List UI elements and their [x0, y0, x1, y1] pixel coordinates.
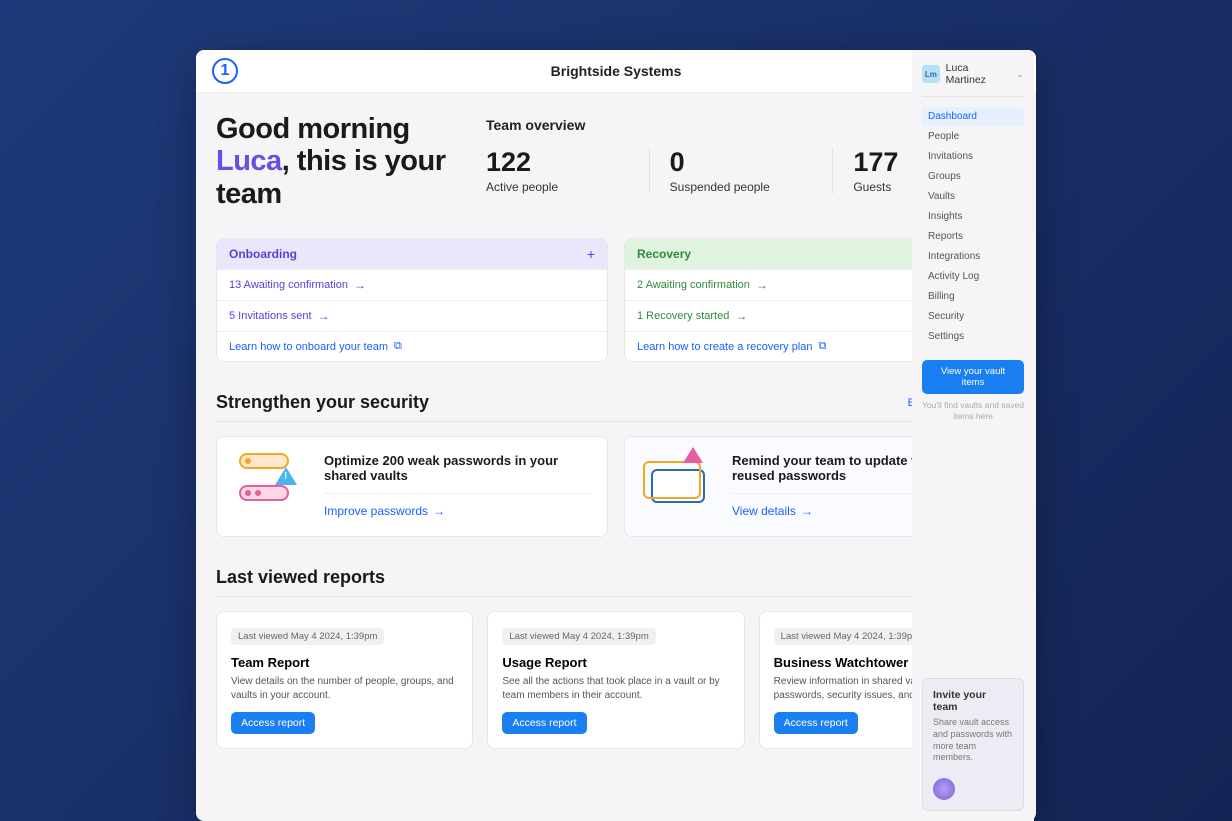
sidebar: Lm Luca Martinez ⌄ Dashboard People Invi…: [912, 50, 1034, 821]
user-name: Luca Martinez: [946, 62, 1011, 86]
main-content: Good morning Luca, this is your team Tea…: [196, 93, 1036, 749]
sidebar-item-vaults[interactable]: Vaults: [922, 187, 1024, 206]
onboarding-invites[interactable]: 5 Invitations sent →: [217, 300, 607, 331]
arrow-right-icon: →: [801, 504, 813, 518]
weak-password-illustration: [233, 453, 308, 513]
reports-row: Last viewed May 4 2024, 1:39pm Team Repo…: [216, 611, 1016, 749]
last-viewed-badge: Last viewed May 4 2024, 1:39pm: [774, 628, 927, 645]
improve-passwords-link[interactable]: Improve passwords →: [324, 504, 445, 518]
avatar: Lm: [922, 65, 940, 83]
arrow-right-icon: →: [354, 278, 366, 292]
stat-active: 122 Active people: [486, 147, 650, 194]
last-viewed-badge: Last viewed May 4 2024, 1:39pm: [231, 628, 384, 645]
sidebar-item-activity-log[interactable]: Activity Log: [922, 267, 1024, 286]
hero-section: Good morning Luca, this is your team Tea…: [216, 113, 1016, 210]
chevron-down-icon: ⌄: [1016, 69, 1024, 80]
stat-suspended: 0 Suspended people: [670, 147, 834, 194]
insight-cards: Optimize 200 weak passwords in your shar…: [216, 436, 1016, 537]
external-link-icon: ⧉: [394, 340, 402, 353]
reused-password-illustration: [641, 453, 716, 513]
onboarding-awaiting[interactable]: 13 Awaiting confirmation →: [217, 269, 607, 300]
status-cards: Onboarding + 13 Awaiting confirmation → …: [216, 238, 1016, 362]
report-team: Last viewed May 4 2024, 1:39pm Team Repo…: [216, 611, 473, 749]
arrow-right-icon: →: [318, 309, 330, 323]
external-link-icon: ⧉: [819, 340, 827, 353]
invite-panel[interactable]: Invite your team Share vault access and …: [922, 678, 1024, 811]
overview-title: Team overview: [486, 117, 585, 133]
sidebar-item-dashboard[interactable]: Dashboard: [922, 107, 1024, 126]
access-report-button[interactable]: Access report: [231, 712, 315, 734]
last-viewed-badge: Last viewed May 4 2024, 1:39pm: [502, 628, 655, 645]
security-section-head: Strengthen your security Explore all Ins…: [216, 392, 1016, 422]
greeting-name: Luca: [216, 145, 282, 177]
view-details-link[interactable]: View details →: [732, 504, 813, 518]
view-vault-button[interactable]: View your vault items: [922, 360, 1024, 394]
reports-section-head: Last viewed reports Go to Reports →: [216, 567, 1016, 597]
logo-icon[interactable]: 1: [212, 58, 238, 84]
company-name: Brightside Systems: [196, 63, 1036, 79]
onboarding-card: Onboarding + 13 Awaiting confirmation → …: [216, 238, 608, 362]
user-menu[interactable]: Lm Luca Martinez ⌄: [922, 62, 1024, 97]
sidebar-item-groups[interactable]: Groups: [922, 167, 1024, 186]
app-window: 1 Brightside Systems 0 Good morning Luca…: [196, 50, 1036, 821]
onboarding-learn-link[interactable]: Learn how to onboard your team ⧉: [217, 331, 607, 361]
insight-weak-passwords: Optimize 200 weak passwords in your shar…: [216, 436, 608, 537]
invite-desc: Share vault access and passwords with mo…: [933, 717, 1013, 764]
arrow-right-icon: →: [756, 278, 768, 292]
reports-title: Last viewed reports: [216, 567, 385, 588]
onboarding-header: Onboarding +: [217, 239, 607, 269]
report-usage: Last viewed May 4 2024, 1:39pm Usage Rep…: [487, 611, 744, 749]
access-report-button[interactable]: Access report: [774, 712, 858, 734]
sidebar-item-invitations[interactable]: Invitations: [922, 147, 1024, 166]
sidebar-item-security[interactable]: Security: [922, 307, 1024, 326]
topbar: 1 Brightside Systems 0: [196, 50, 1036, 93]
sidebar-item-people[interactable]: People: [922, 127, 1024, 146]
access-report-button[interactable]: Access report: [502, 712, 586, 734]
invite-illustration: [933, 772, 1013, 800]
sidebar-item-billing[interactable]: Billing: [922, 287, 1024, 306]
plus-icon[interactable]: +: [587, 246, 595, 262]
greeting-line1: Good morning: [216, 113, 410, 145]
arrow-right-icon: →: [433, 504, 445, 518]
arrow-right-icon: →: [735, 309, 747, 323]
sidebar-item-settings[interactable]: Settings: [922, 327, 1024, 346]
security-title: Strengthen your security: [216, 392, 429, 413]
sidebar-item-reports[interactable]: Reports: [922, 227, 1024, 246]
vault-hint: You'll find vaults and saved items here: [922, 400, 1024, 421]
invite-title: Invite your team: [933, 689, 1013, 713]
sidebar-item-insights[interactable]: Insights: [922, 207, 1024, 226]
greeting: Good morning Luca, this is your team: [216, 113, 466, 210]
sidebar-item-integrations[interactable]: Integrations: [922, 247, 1024, 266]
